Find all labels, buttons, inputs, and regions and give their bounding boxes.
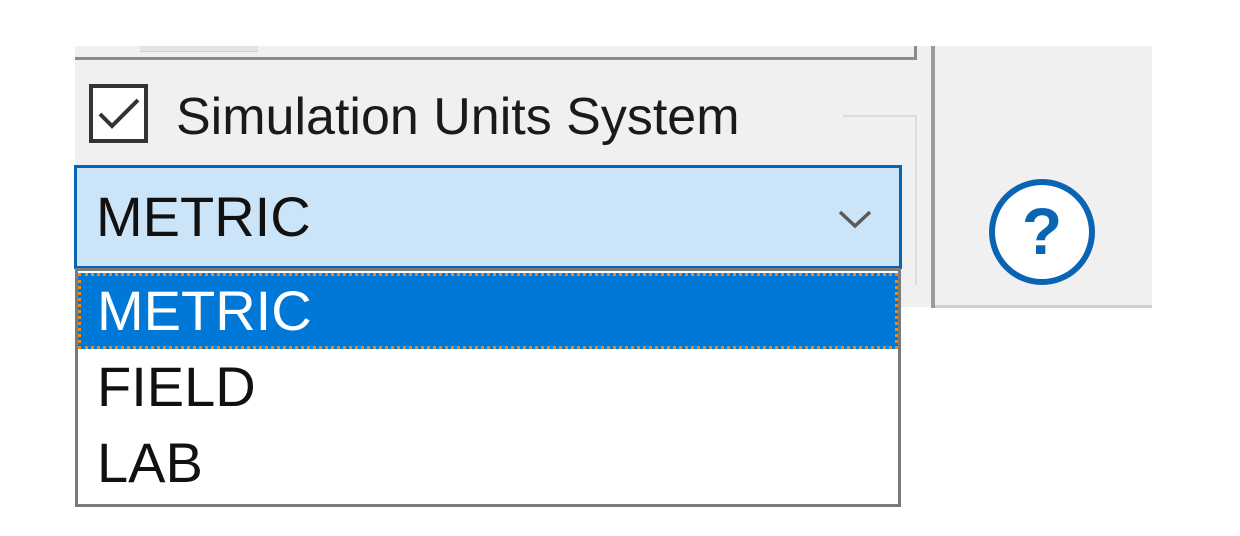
top-tab-stub xyxy=(140,46,258,52)
help-glyph: ? xyxy=(1022,194,1062,268)
units-system-combobox[interactable]: METRIC xyxy=(74,165,902,269)
chevron-down-icon[interactable] xyxy=(837,208,873,230)
groupbox-frame-top xyxy=(843,115,917,117)
top-frame-divider xyxy=(75,57,917,60)
top-frame-corner xyxy=(914,46,917,60)
help-icon: ? xyxy=(989,179,1095,285)
combobox-selected-value: METRIC xyxy=(96,185,311,248)
panel-bottom-edge xyxy=(935,305,1152,308)
checkmark-icon xyxy=(98,98,140,129)
units-system-caption: Simulation Units System xyxy=(176,82,748,152)
units-system-dropdown-list: METRIC FIELD LAB xyxy=(75,268,901,507)
dropdown-option-field[interactable]: FIELD xyxy=(78,349,898,425)
dropdown-option-lab[interactable]: LAB xyxy=(78,425,898,501)
help-button[interactable]: ? xyxy=(988,178,1096,286)
dropdown-option-metric[interactable]: METRIC xyxy=(78,273,898,349)
groupbox-frame-right xyxy=(915,115,917,285)
units-system-checkbox[interactable] xyxy=(89,84,148,143)
panel-divider xyxy=(931,46,935,308)
